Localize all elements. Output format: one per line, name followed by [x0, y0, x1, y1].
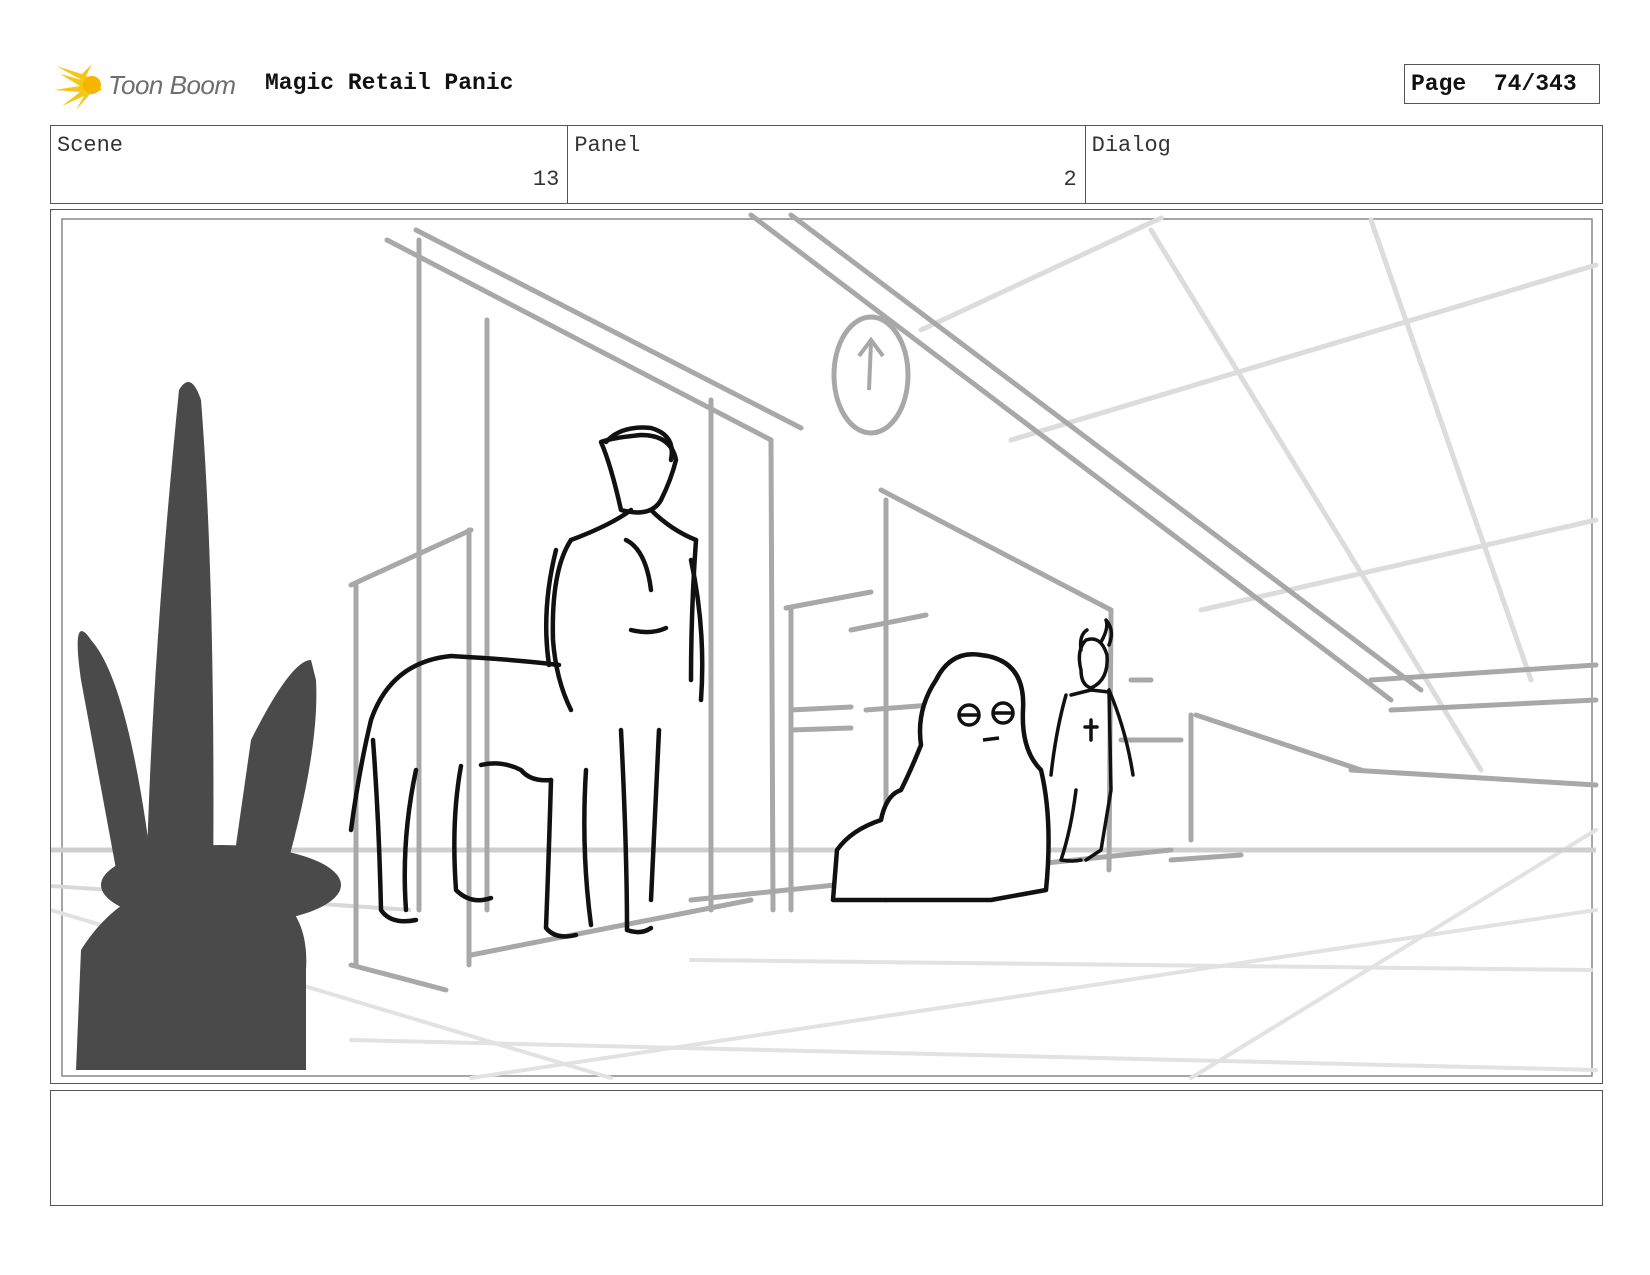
logo-text: Toon Boom	[108, 70, 236, 100]
dialog-label: Dialog	[1091, 133, 1171, 158]
starburst-icon	[54, 64, 102, 110]
panel-sketch	[51, 210, 1599, 1080]
panel-value: 2	[1063, 167, 1077, 192]
page-indicator: Page 74/343	[1404, 64, 1600, 104]
toon-boom-logo: Toon Boom	[52, 56, 252, 112]
dialog-cell: Dialog	[1086, 126, 1602, 203]
panel-notes-box	[50, 1090, 1603, 1206]
storyboard-panel	[50, 209, 1603, 1084]
scene-value: 13	[532, 167, 560, 192]
project-title: Magic Retail Panic	[265, 70, 514, 96]
scene-cell: Scene 13	[51, 126, 569, 203]
panel-info-row: Scene 13 Panel 2 Dialog	[50, 125, 1603, 204]
panel-label: Panel	[574, 133, 641, 158]
page-number: 74/343	[1493, 71, 1577, 97]
scene-label: Scene	[57, 133, 124, 158]
page-label: Page	[1411, 71, 1467, 97]
panel-cell: Panel 2	[568, 126, 1086, 203]
